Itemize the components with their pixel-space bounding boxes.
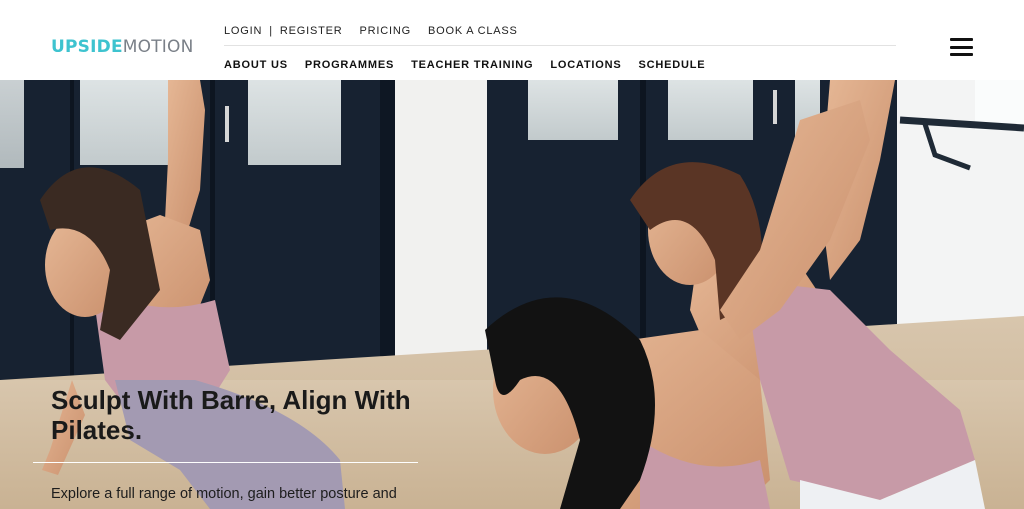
site-header: UPSIDEMOTION LOGIN | REGISTER PRICING BO… — [0, 0, 1024, 80]
nav-programmes[interactable]: PROGRAMMES — [305, 57, 394, 73]
register-link[interactable]: REGISTER — [280, 23, 343, 39]
hamburger-menu-icon[interactable] — [950, 38, 973, 56]
site-logo[interactable]: UPSIDEMOTION — [51, 37, 194, 57]
logo-motion: MOTION — [122, 37, 194, 57]
nav-teacher-training[interactable]: TEACHER TRAINING — [411, 57, 533, 73]
pricing-link[interactable]: PRICING — [360, 23, 411, 39]
logo-upside: UPSIDE — [51, 37, 123, 57]
login-link[interactable]: LOGIN — [224, 23, 262, 39]
hero-title: Sculpt With Barre, Align With Pilates. — [51, 385, 411, 445]
book-a-class-link[interactable]: BOOK A CLASS — [428, 23, 518, 39]
nav-separator: | — [269, 25, 273, 37]
nav-about-us[interactable]: ABOUT US — [224, 57, 288, 73]
nav-schedule[interactable]: SCHEDULE — [638, 57, 705, 73]
hero-subtitle: Explore a full range of motion, gain bet… — [51, 486, 397, 502]
hero-section: Sculpt With Barre, Align With Pilates. E… — [0, 80, 1024, 509]
nav-divider — [224, 45, 896, 46]
main-nav: ABOUT US PROGRAMMES TEACHER TRAINING LOC… — [224, 57, 705, 73]
hero-divider — [33, 462, 418, 463]
utility-nav: LOGIN | REGISTER PRICING BOOK A CLASS — [224, 23, 518, 39]
nav-locations[interactable]: LOCATIONS — [550, 57, 621, 73]
